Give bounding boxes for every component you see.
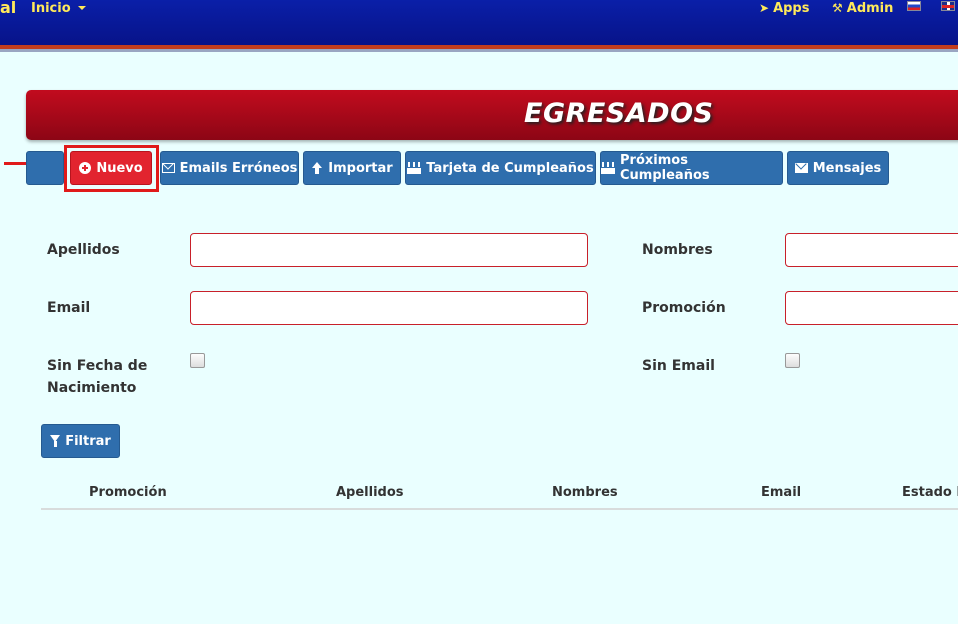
tarjeta-cumpleanos-label: Tarjeta de Cumpleaños [426, 160, 594, 176]
sin-fecha-checkbox[interactable] [190, 353, 205, 368]
sin-email-checkbox[interactable] [785, 353, 800, 368]
brand-logo[interactable]: al [0, 0, 16, 17]
mensajes-label: Mensajes [812, 160, 882, 176]
annotation-highlight-box [64, 145, 159, 192]
emails-erroneos-label: Emails Erróneos [179, 160, 298, 176]
column-header-email[interactable]: Email [761, 485, 801, 500]
tarjeta-cumpleanos-button[interactable]: Tarjeta de Cumpleaños [405, 151, 596, 185]
envelope-icon [794, 163, 808, 173]
menu-admin[interactable]: ⚒ Admin [832, 0, 893, 16]
sin-email-label: Sin Email [642, 358, 715, 374]
nombres-label: Nombres [642, 242, 713, 258]
page-title: EGRESADOS [524, 98, 714, 129]
uk-flag-icon[interactable] [941, 1, 955, 11]
mensajes-button[interactable]: Mensajes [787, 151, 889, 185]
proximos-cumpleanos-label: Próximos Cumpleaños [620, 153, 710, 183]
menu-apps-label: Apps [773, 0, 810, 16]
menu-admin-label: Admin [846, 0, 894, 16]
importar-label: Importar [328, 160, 393, 176]
column-header-promocion[interactable]: Promoción [89, 485, 167, 500]
menu-apps[interactable]: ➤ Apps [759, 0, 809, 16]
russian-flag-icon[interactable] [907, 1, 921, 11]
menu-inicio-label: Inicio [31, 0, 71, 16]
apellidos-label: Apellidos [47, 242, 120, 258]
proximos-cumpleanos-button[interactable]: Próximos Cumpleaños [600, 151, 783, 185]
chevron-down-icon [77, 6, 86, 10]
back-button[interactable] [26, 151, 64, 185]
birthday-cake-icon [601, 162, 615, 174]
envelope-outline-icon [161, 163, 175, 173]
importar-button[interactable]: Importar [303, 151, 401, 185]
page-banner [26, 90, 958, 140]
column-header-estado[interactable]: Estado E [902, 485, 958, 500]
emails-erroneos-button[interactable]: Emails Erróneos [160, 151, 299, 185]
filtrar-label: Filtrar [65, 433, 111, 449]
sin-fecha-label-line2: Nacimiento [47, 380, 137, 396]
promocion-label: Promoción [642, 300, 726, 316]
filter-icon [50, 435, 61, 447]
rocket-icon: ➤ [759, 1, 770, 15]
email-label: Email [47, 300, 91, 316]
column-header-apellidos[interactable]: Apellidos [336, 485, 404, 500]
sin-fecha-label-line1: Sin Fecha de [47, 358, 148, 374]
table-header-divider [41, 508, 958, 510]
top-navbar: al Inicio ➤ Apps ⚒ Admin [0, 0, 958, 45]
promocion-input[interactable] [785, 291, 958, 325]
navbar-divider [0, 49, 958, 52]
birthday-cake-icon [407, 162, 422, 174]
filtrar-button[interactable]: Filtrar [41, 424, 120, 458]
column-header-nombres[interactable]: Nombres [552, 485, 618, 500]
wrench-icon: ⚒ [832, 1, 843, 15]
email-input[interactable] [190, 291, 588, 325]
apellidos-input[interactable] [190, 233, 588, 267]
arrow-up-icon [311, 162, 323, 174]
menu-inicio[interactable]: Inicio [31, 0, 86, 16]
nombres-input[interactable] [785, 233, 958, 267]
